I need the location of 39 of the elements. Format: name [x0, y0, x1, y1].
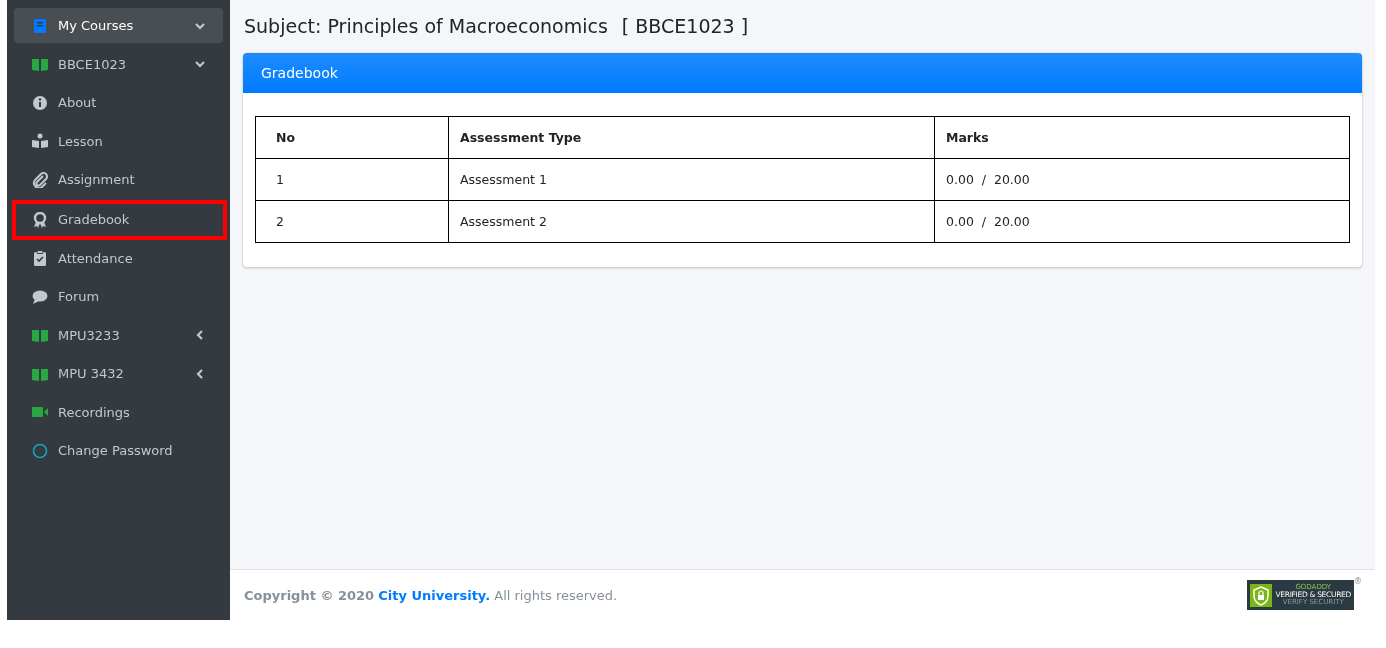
open-book-icon [32, 56, 48, 72]
sidebar-item[interactable]: Change Password [14, 433, 223, 468]
sidebar-item[interactable]: MPU 3432 [14, 356, 223, 391]
sidebar-item[interactable]: Assignment [14, 162, 223, 197]
column-header: Assessment Type [448, 116, 935, 159]
column-header: No [255, 116, 449, 159]
padlock-shield-icon [1249, 583, 1272, 607]
table-cell: 0.00 / 20.00 [934, 200, 1350, 243]
subject-code: [ BBCE1023 ] [621, 15, 749, 39]
table-cell: Assessment 1 [448, 158, 935, 201]
info-icon [32, 94, 48, 111]
speech-bubble-icon [32, 288, 48, 305]
university-link[interactable]: City University. [378, 587, 491, 603]
subject-title: Subject: Principles of Macroeconomics [244, 15, 608, 39]
reader-icon [32, 133, 48, 149]
sidebar-item[interactable]: Lesson [14, 123, 223, 159]
clipboard-check-icon [32, 250, 48, 266]
sidebar-item[interactable]: BBCE1023 [14, 46, 223, 82]
table-cell: Assessment 2 [448, 200, 935, 243]
table-cell: 2 [255, 200, 449, 243]
circle-icon [32, 442, 48, 459]
sidebar-item[interactable]: About [14, 85, 223, 120]
sidebar-item[interactable]: Forum [14, 279, 223, 314]
sidebar-item[interactable]: MPU3233 [14, 317, 223, 353]
table-cell: 0.00 / 20.00 [934, 158, 1350, 201]
sidebar-item[interactable]: Recordings [14, 394, 223, 430]
registered-mark: ® [1354, 577, 1362, 586]
award-icon [32, 211, 48, 228]
copyright-text: Copyright © 2020 City University. All rights reserved. [244, 587, 618, 603]
card-header: Gradebook [243, 53, 1362, 93]
column-header: Marks [934, 116, 1350, 159]
paperclip-icon [32, 171, 48, 188]
table-cell: 1 [255, 158, 449, 201]
open-book-icon [32, 327, 48, 343]
sidebar-item[interactable]: My Courses [14, 8, 223, 43]
sidebar-item[interactable]: Attendance [14, 240, 223, 276]
book-icon [32, 17, 48, 34]
video-camera-icon [32, 404, 48, 420]
sidebar-item[interactable]: Gradebook [12, 199, 227, 240]
